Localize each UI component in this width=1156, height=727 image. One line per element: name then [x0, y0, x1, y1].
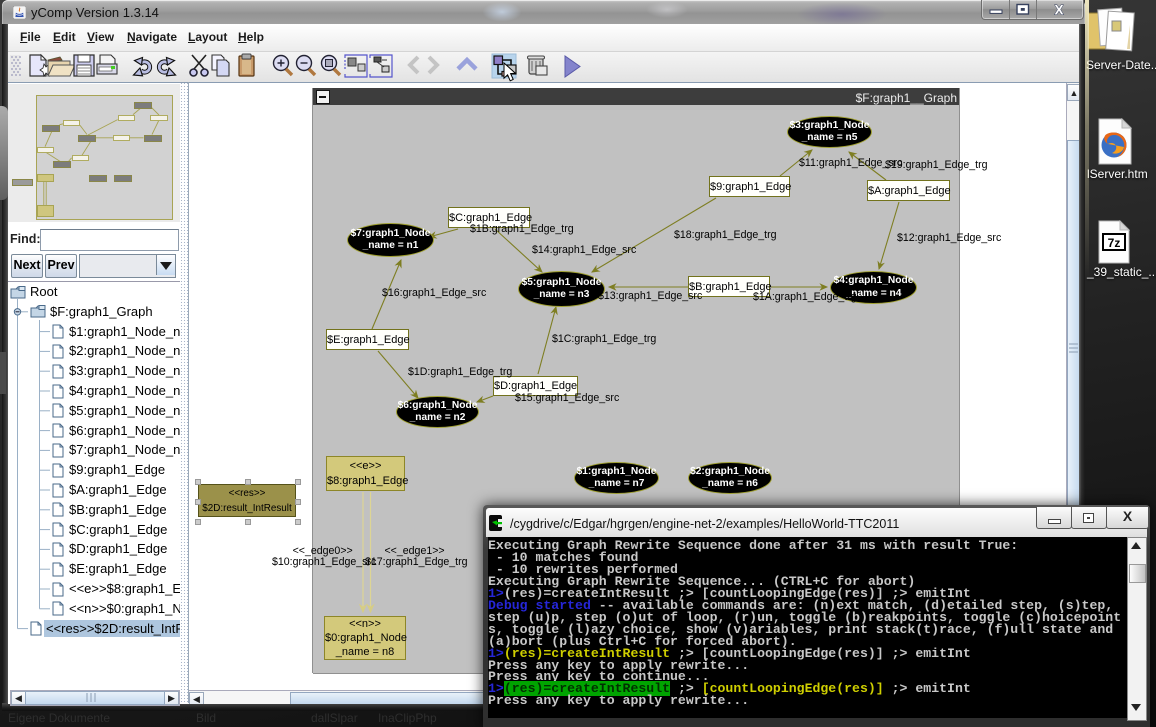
svg-text:7z: 7z: [1108, 236, 1121, 250]
svg-text:X: X: [1054, 3, 1063, 18]
